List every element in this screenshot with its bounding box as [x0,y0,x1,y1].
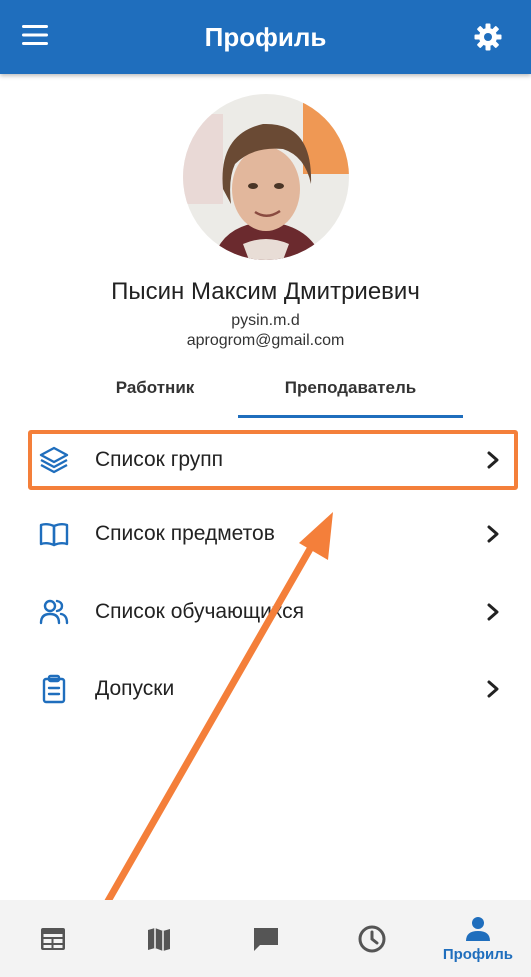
tab-worker[interactable]: Работник [70,362,240,414]
chevron-right-icon [487,680,499,698]
nav-history[interactable] [319,900,425,977]
page-title: Профиль [204,21,327,52]
user-login: pysin.m.d [231,312,300,329]
nav-profile[interactable]: Профиль [425,900,531,977]
profile-icon [465,917,490,941]
menu-item-label: Список групп [95,448,224,471]
nav-map[interactable] [106,900,212,977]
user-email: aprogrom@gmail.com [186,332,345,349]
user-full-name: Пысин Максим Дмитриевич [111,278,420,305]
tab-teacher[interactable]: Преподаватель [238,362,463,418]
chat-icon [253,927,278,951]
chevron-right-icon [487,525,499,543]
chevron-right-icon [487,451,499,469]
chevron-right-icon [487,603,499,621]
menu-item-label: Допуски [95,677,175,700]
bottom-nav: Профиль [0,900,531,977]
clipboard-icon [42,674,66,704]
menu-item-subjects[interactable]: Список предметов [30,505,516,563]
book-icon [39,523,69,547]
menu-item-admissions[interactable]: Допуски [30,660,516,718]
gear-icon[interactable] [473,22,503,52]
map-icon [148,927,171,951]
users-icon [39,599,69,625]
clock-icon [358,925,386,952]
avatar[interactable] [183,94,349,260]
menu-item-label: Список обучающихся [95,600,304,623]
nav-schedule[interactable] [0,900,106,977]
menu-item-groups[interactable]: Список групп [30,431,516,489]
nav-profile-label: Профиль [442,946,514,963]
schedule-icon [41,927,66,950]
menu-icon[interactable] [22,24,48,46]
menu-item-students[interactable]: Список обучающихся [30,583,516,641]
app-bar: Профиль [0,0,531,74]
nav-chat[interactable] [212,900,318,977]
avatar-photo [183,94,349,260]
layers-icon [39,446,69,474]
menu-item-label: Список предметов [95,522,275,545]
